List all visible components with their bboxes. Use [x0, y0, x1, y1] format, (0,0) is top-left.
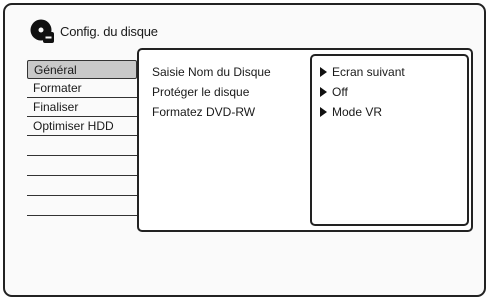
setting-option-disc-name[interactable]: Ecran suivant	[312, 62, 467, 82]
menu-item-format[interactable]: Formater	[27, 79, 137, 98]
menu-item-finalize[interactable]: Finaliser	[27, 98, 137, 117]
arrow-right-icon	[320, 87, 327, 97]
arrow-right-icon	[320, 67, 327, 77]
setting-value: Ecran suivant	[332, 65, 405, 79]
settings-panel: Saisie Nom du Disque Protéger le disque …	[137, 48, 473, 232]
menu-item-optimize-hdd[interactable]: Optimiser HDD	[27, 117, 137, 136]
menu-item-empty	[27, 196, 137, 216]
settings-values-box: Ecran suivant Off Mode VR	[310, 54, 469, 226]
setting-label-disc-name: Saisie Nom du Disque	[152, 65, 271, 79]
setting-value: Off	[332, 85, 348, 99]
settings-labels: Saisie Nom du Disque Protéger le disque …	[152, 62, 271, 122]
disc-settings-icon	[30, 19, 54, 43]
screen-header: Config. du disque	[29, 18, 158, 44]
menu-item-empty	[27, 136, 137, 156]
page-title: Config. du disque	[60, 23, 158, 39]
disc-setup-screen: Config. du disque Général Formater Final…	[3, 3, 486, 297]
setting-value: Mode VR	[332, 105, 383, 119]
menu-item-empty	[27, 176, 137, 196]
menu-item-general[interactable]: Général	[27, 60, 137, 79]
setting-option-format-dvdrw[interactable]: Mode VR	[312, 102, 467, 122]
arrow-right-icon	[320, 107, 327, 117]
setup-menu: Général Formater Finaliser Optimiser HDD	[27, 60, 137, 216]
setting-option-protect[interactable]: Off	[312, 82, 467, 102]
setting-label-format-dvdrw: Formatez DVD-RW	[152, 105, 256, 119]
setting-label-protect: Protéger le disque	[152, 85, 250, 99]
menu-item-empty	[27, 156, 137, 176]
